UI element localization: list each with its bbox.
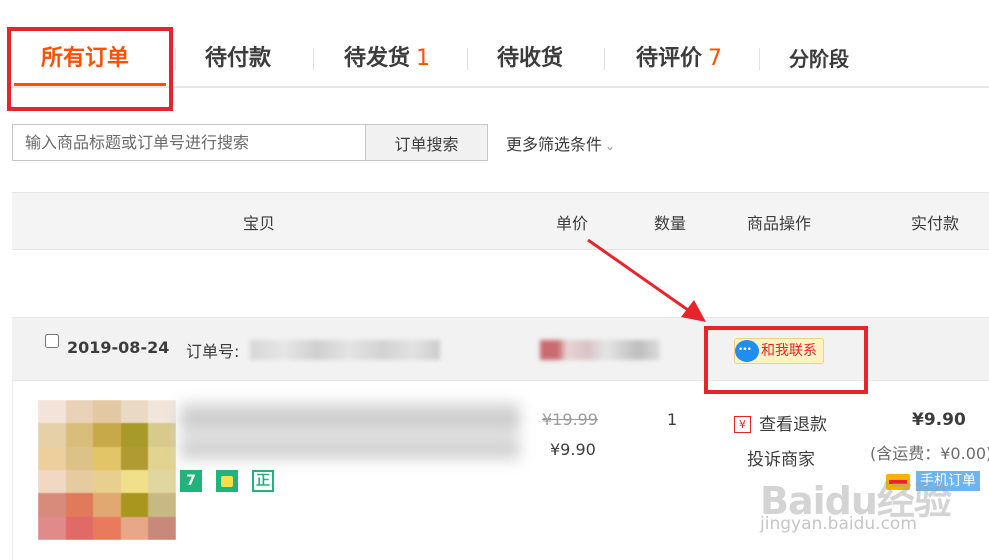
- bag-icon[interactable]: [216, 470, 238, 492]
- thumbnail-mosaic-cell: [38, 400, 66, 424]
- mobile-order-badge: 手机订单: [916, 471, 980, 491]
- order-search-button[interactable]: 订单搜索: [365, 124, 488, 161]
- order-number-label: 订单号:: [186, 342, 240, 361]
- thumbnail-mosaic-cell: [148, 516, 176, 540]
- thumbnail-mosaic-cell: [65, 446, 94, 470]
- view-refund-label: 查看退款: [759, 415, 827, 435]
- redacted-shop-name: [540, 340, 660, 360]
- complain-seller-link[interactable]: 投诉商家: [747, 445, 815, 470]
- thumbnail-mosaic-cell: [93, 446, 121, 470]
- thumbnail-mosaic-cell: [65, 470, 94, 494]
- orders-table-header: [12, 192, 989, 250]
- column-header-quantity: 数量: [654, 214, 687, 233]
- thumbnail-mosaic-cell: [93, 493, 121, 517]
- tab-pending-receipt[interactable]: 待收货: [497, 40, 563, 80]
- thumbnail-mosaic-cell: [148, 470, 176, 494]
- thumbnail-mosaic-cell: [120, 516, 149, 540]
- annotation-highlight-box: [7, 27, 173, 111]
- original-price: ¥19.99: [542, 410, 598, 429]
- unit-price: ¥9.90: [550, 440, 596, 459]
- thumbnail-mosaic-cell: [38, 423, 66, 447]
- tab-label: 待付款: [205, 46, 272, 71]
- paid-amount: ¥9.90: [912, 410, 966, 430]
- thumbnail-mosaic-cell: [120, 423, 149, 447]
- pixelated-product-image: [38, 400, 176, 540]
- tab-divider: [604, 48, 605, 70]
- thumbnail-mosaic-cell: [120, 470, 149, 494]
- seven-day-return-icon[interactable]: 7: [180, 470, 202, 492]
- tab-pending-payment[interactable]: 待付款: [205, 40, 271, 80]
- redacted-order-number: [250, 340, 440, 360]
- item-quantity: 1: [667, 410, 678, 429]
- order-search-input[interactable]: [12, 124, 366, 161]
- thumbnail-mosaic-cell: [65, 493, 94, 517]
- column-header-paid: 实付款: [911, 214, 960, 233]
- thumbnail-mosaic-cell: [93, 400, 121, 424]
- thumbnail-mosaic-cell: [38, 516, 66, 540]
- tab-divider: [759, 48, 760, 70]
- tab-count-badge: 7: [708, 46, 723, 71]
- thumbnail-mosaic-cell: [38, 493, 66, 517]
- tab-pending-review[interactable]: 待评价 7: [636, 40, 722, 80]
- column-header-item-actions: 商品操作: [747, 214, 812, 233]
- order-date: 2019-08-24: [67, 338, 170, 357]
- more-filters-toggle[interactable]: 更多筛选条件 ⌄: [506, 131, 615, 155]
- thumbnail-mosaic-cell: [148, 446, 176, 470]
- tab-divider: [467, 48, 468, 70]
- tab-label: 待发货: [344, 46, 411, 71]
- tab-divider: [313, 48, 314, 70]
- thumbnail-mosaic-cell: [120, 493, 149, 517]
- thumbnail-mosaic-cell: [93, 516, 121, 540]
- order-select-checkbox[interactable]: [45, 334, 59, 348]
- thumbnail-mosaic-cell: [65, 423, 94, 447]
- column-header-item: 宝贝: [243, 214, 276, 233]
- tab-count-badge: 1: [416, 46, 431, 71]
- tab-pending-shipment[interactable]: 待发货 1: [344, 40, 430, 80]
- view-refund-link[interactable]: ¥ 查看退款: [734, 410, 827, 435]
- thumbnail-mosaic-cell: [120, 446, 149, 470]
- thumbnail-mosaic-cell: [148, 423, 176, 447]
- thumbnail-mosaic-cell: [65, 400, 94, 424]
- tab-divider: [175, 48, 176, 70]
- thumbnail-mosaic-cell: [148, 493, 176, 517]
- more-filters-label: 更多筛选条件: [506, 135, 603, 154]
- bag-body: [221, 476, 233, 487]
- genuine-guarantee-icon[interactable]: 正: [252, 470, 274, 492]
- shipping-fee-note: (含运费：¥0.00): [870, 444, 989, 463]
- thumbnail-mosaic-cell: [65, 516, 94, 540]
- thumbnail-mosaic-cell: [120, 400, 149, 424]
- refund-yen-icon: ¥: [734, 416, 751, 433]
- redacted-product-title[interactable]: [180, 402, 520, 462]
- chevron-down-icon: ⌄: [605, 139, 616, 153]
- tab-installments[interactable]: 分阶段: [789, 43, 849, 83]
- tab-label: 待评价: [636, 46, 703, 71]
- thumbnail-mosaic-cell: [93, 423, 121, 447]
- thumbnail-mosaic-cell: [38, 446, 66, 470]
- tab-label: 分阶段: [789, 47, 849, 71]
- column-header-unit-price: 单价: [556, 214, 589, 233]
- product-thumbnail[interactable]: [38, 400, 176, 540]
- thumbnail-mosaic-cell: [38, 470, 66, 494]
- tab-label: 待收货: [497, 46, 564, 71]
- thumbnail-mosaic-cell: [148, 400, 176, 424]
- mobile-card-icon: [886, 474, 910, 490]
- thumbnail-mosaic-cell: [93, 470, 121, 494]
